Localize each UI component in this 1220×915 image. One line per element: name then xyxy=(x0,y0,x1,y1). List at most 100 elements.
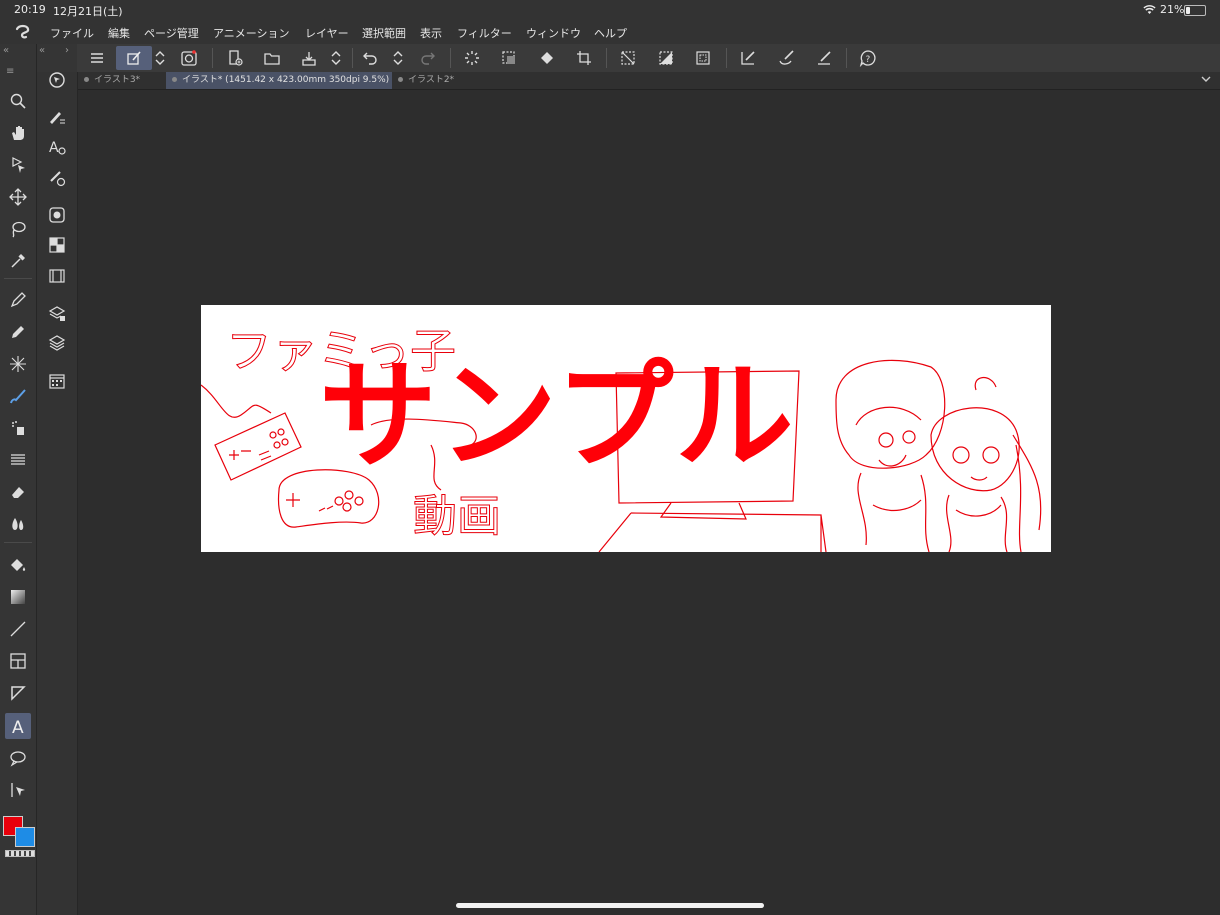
menu-window[interactable]: ウィンドウ xyxy=(526,25,581,41)
hand-icon[interactable] xyxy=(5,120,31,146)
frame-border-icon[interactable] xyxy=(5,648,31,674)
balloon-icon[interactable] xyxy=(5,745,31,771)
fill-icon[interactable] xyxy=(5,552,31,578)
menu-help[interactable]: ヘルプ xyxy=(594,25,627,41)
timeline-icon[interactable] xyxy=(44,263,70,289)
tab-illust-active[interactable]: イラスト* (1451.42 x 423.00mm 350dpi 9.5%) xyxy=(166,72,392,89)
move-icon[interactable] xyxy=(5,184,31,210)
figure-line-icon[interactable] xyxy=(5,616,31,642)
gradient-icon[interactable] xyxy=(5,584,31,610)
palette-menu-icon[interactable]: ≡ xyxy=(6,66,14,77)
undo-icon[interactable] xyxy=(358,46,384,70)
table-sketch xyxy=(598,512,827,552)
color-wheel-icon[interactable] xyxy=(44,202,70,228)
select-layer-icon[interactable] xyxy=(496,46,522,70)
collapse-left-icon[interactable]: « xyxy=(3,45,9,56)
tab-status-dot xyxy=(398,77,403,82)
crop-icon[interactable] xyxy=(571,46,597,70)
tool-palette: « ≡ A xyxy=(0,44,37,915)
chevron-updown-icon[interactable] xyxy=(326,46,346,70)
sub-palette: A xyxy=(37,72,78,915)
toolbar-divider xyxy=(606,48,607,68)
battery-level xyxy=(1186,7,1190,14)
decoration-icon[interactable] xyxy=(5,447,31,473)
eraser-icon[interactable] xyxy=(5,479,31,505)
chevron-down-icon[interactable] xyxy=(1200,73,1212,88)
fill-bucket-icon[interactable] xyxy=(534,46,560,70)
hamburger-menu-icon[interactable] xyxy=(84,46,110,70)
menu-view[interactable]: 表示 xyxy=(420,25,442,41)
menu-bar: ファイル 編集 ページ管理 アニメーション レイヤー 選択範囲 表示 フィルター… xyxy=(0,20,1220,44)
navigator-icon[interactable] xyxy=(44,67,70,93)
status-date: 12月21日(土) xyxy=(53,5,123,18)
app-logo-icon[interactable] xyxy=(14,23,32,44)
sub-color-swatch[interactable] xyxy=(15,827,35,847)
open-folder-icon[interactable] xyxy=(259,46,285,70)
layers-icon[interactable] xyxy=(44,330,70,356)
chevron-updown-icon[interactable] xyxy=(150,46,170,70)
tool-property-icon[interactable]: A xyxy=(44,134,70,160)
svg-text:A: A xyxy=(49,140,59,156)
zoom-icon[interactable] xyxy=(5,88,31,114)
palette-divider xyxy=(4,542,32,543)
controller-cord xyxy=(201,384,272,418)
brush-icon[interactable] xyxy=(5,383,31,409)
tab-status-dot xyxy=(84,77,89,82)
canvas-title-text: サンプル xyxy=(319,347,796,485)
blend-icon[interactable] xyxy=(5,511,31,537)
loading-spinner-icon[interactable] xyxy=(459,46,485,70)
tab-illust2[interactable]: イラスト2* xyxy=(392,72,480,89)
home-indicator[interactable] xyxy=(456,903,764,908)
curve-pen-icon[interactable] xyxy=(773,46,799,70)
battery-icon xyxy=(1184,5,1206,16)
toolbar-divider xyxy=(846,48,847,68)
menu-selection[interactable]: 選択範囲 xyxy=(362,25,406,41)
material-icon[interactable] xyxy=(44,368,70,394)
document-tab-bar: イラスト3* イラスト* (1451.42 x 423.00mm 350dpi … xyxy=(78,72,1220,90)
save-icon[interactable] xyxy=(296,46,322,70)
palette-divider xyxy=(4,278,32,279)
expand-icon[interactable]: › xyxy=(65,45,69,56)
deselect-icon[interactable] xyxy=(615,46,641,70)
boy-character-sketch xyxy=(835,359,946,469)
eyedropper-icon[interactable] xyxy=(5,248,31,274)
object-select-icon[interactable] xyxy=(5,152,31,178)
ruler-icon[interactable] xyxy=(5,680,31,706)
layer-property-icon[interactable] xyxy=(44,300,70,326)
edit-mode-icon[interactable] xyxy=(116,46,152,70)
menu-edit[interactable]: 編集 xyxy=(108,25,130,41)
collapse-icon[interactable]: « xyxy=(39,45,45,56)
battery-percent: 21% xyxy=(1160,3,1185,16)
text-tool-icon[interactable]: A xyxy=(5,713,31,739)
menu-layer[interactable]: レイヤー xyxy=(305,25,349,41)
drawing-canvas[interactable]: ファミっ子 動画 サンプル xyxy=(201,305,1051,552)
menu-file[interactable]: ファイル xyxy=(50,25,94,41)
tab-illust3[interactable]: イラスト3* xyxy=(78,72,166,89)
ruler-pen-icon[interactable] xyxy=(735,46,761,70)
line-pen-icon[interactable] xyxy=(811,46,837,70)
tab-label: イラスト2* xyxy=(408,75,455,85)
status-time: 20:19 xyxy=(14,3,46,16)
pen-icon[interactable] xyxy=(5,287,31,313)
airbrush-icon[interactable] xyxy=(5,415,31,441)
help-icon[interactable]: ? xyxy=(855,46,881,70)
menu-animation[interactable]: アニメーション xyxy=(213,25,290,41)
swirl-icon[interactable] xyxy=(176,46,202,70)
menu-page[interactable]: ページ管理 xyxy=(144,25,199,41)
invert-selection-icon[interactable] xyxy=(653,46,679,70)
pencil-icon[interactable] xyxy=(5,319,31,345)
lasso-icon[interactable] xyxy=(5,216,31,242)
correct-line-icon[interactable] xyxy=(5,777,31,803)
menu-filter[interactable]: フィルター xyxy=(457,25,512,41)
new-canvas-icon[interactable] xyxy=(222,46,248,70)
transparent-color-toggle[interactable] xyxy=(5,850,35,857)
sub-tool-icon[interactable] xyxy=(44,104,70,130)
brush-size-icon[interactable] xyxy=(44,165,70,191)
sparkle-icon[interactable] xyxy=(5,351,31,377)
expand-selection-icon[interactable] xyxy=(690,46,716,70)
color-set-icon[interactable] xyxy=(44,232,70,258)
game-controller-sketch xyxy=(214,412,302,481)
chevron-updown-icon[interactable] xyxy=(388,46,408,70)
handwritten-bottom-text: 動画 xyxy=(413,491,501,542)
redo-icon[interactable] xyxy=(414,46,440,70)
